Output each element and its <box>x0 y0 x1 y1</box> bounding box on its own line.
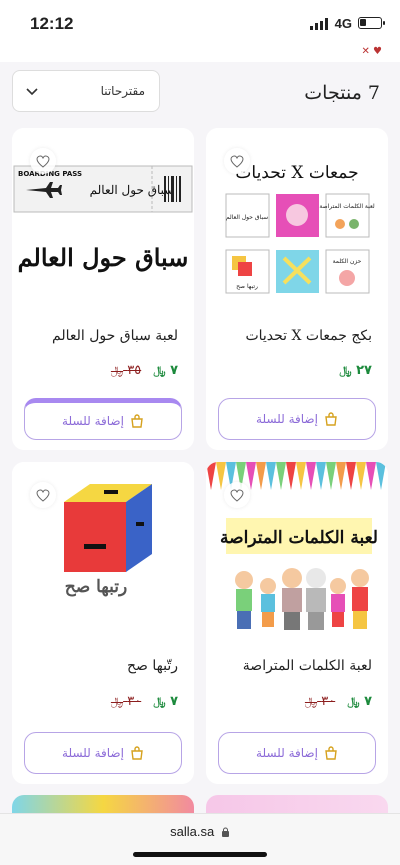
product-price: ٧ ﷼ ٣٠ ﷼ <box>110 694 178 709</box>
heart-icon <box>36 488 50 502</box>
sort-dropdown[interactable]: مقترحاتنا <box>12 70 160 112</box>
image-title: لعبة الكلمات المتراصة <box>220 528 378 548</box>
battery-icon <box>358 17 385 29</box>
image-title: تحديات X جمعات <box>235 163 358 183</box>
heart-icon <box>230 154 244 168</box>
svg-text:لعبة الكلمات المتراصة: لعبة الكلمات المتراصة <box>319 203 375 210</box>
product-card[interactable]: لعبة الكلمات المتراصة لعبة الكلمات المتر… <box>206 462 388 784</box>
shopping-bag-icon <box>131 746 143 760</box>
heart-icon <box>230 488 244 502</box>
svg-text:حزن الكلمة: حزن الكلمة <box>333 258 362 265</box>
header-strip: ✕ ♥ <box>0 46 400 62</box>
product-name[interactable]: رتّبها صح <box>127 658 178 674</box>
status-time: 12:12 <box>30 14 74 33</box>
shopping-bag-icon <box>325 746 337 760</box>
signal-icon <box>310 18 328 30</box>
favorite-button[interactable] <box>30 148 56 174</box>
svg-text:سباق حول العالم: سباق حول العالم <box>226 214 268 221</box>
product-price: ٢٧ ﷼ <box>339 363 372 378</box>
product-price: ٧ ﷼ ٣٥ ﷼ <box>110 363 178 378</box>
image-title: سباق حول العالم <box>18 243 189 273</box>
home-indicator <box>133 852 267 857</box>
add-to-cart-label: إضافة للسلة <box>62 746 124 760</box>
product-name[interactable]: لعبة سباق حول العالم <box>52 328 178 344</box>
svg-text:سباق حول العالم: سباق حول العالم <box>90 183 175 197</box>
product-price: ٧ ﷼ ٣٠ ﷼ <box>304 694 372 709</box>
product-card[interactable]: تحديات X جمعات سباق حول العالم لعبة الكل… <box>206 128 388 450</box>
product-card[interactable]: رتبها صح رتّبها صح ٧ ﷼ ٣٠ ﷼ إضافة للسلة <box>12 462 194 784</box>
favorite-button[interactable] <box>30 482 56 508</box>
shopping-bag-icon <box>325 412 337 426</box>
products-toolbar: مقترحاتنا 7 منتجات <box>0 68 400 118</box>
sort-label: مقترحاتنا <box>100 84 145 98</box>
network-label: 4G <box>334 16 352 31</box>
favorite-button[interactable] <box>224 148 250 174</box>
add-to-cart-label: إضافة للسلة <box>62 414 124 428</box>
shopping-bag-icon <box>131 414 143 428</box>
product-count: 7 منتجات <box>304 82 380 104</box>
image-title: رتبها صح <box>65 577 127 597</box>
heart-icon <box>36 154 50 168</box>
lock-icon <box>221 827 229 837</box>
add-to-cart-label: إضافة للسلة <box>256 746 318 760</box>
chevron-down-icon <box>26 88 38 96</box>
url-text: salla.sa <box>0 824 400 839</box>
add-to-cart-button[interactable]: إضافة للسلة <box>24 398 182 440</box>
add-to-cart-button[interactable]: إضافة للسلة <box>218 732 376 774</box>
browser-address-bar[interactable]: salla.sa <box>0 813 400 865</box>
add-to-cart-button[interactable]: إضافة للسلة <box>24 732 182 774</box>
next-row-cards <box>0 795 400 815</box>
favorite-button[interactable] <box>224 482 250 508</box>
product-card[interactable]: BOARDING PASS سباق حول العالم سباق حول ا… <box>12 128 194 450</box>
add-to-cart-label: إضافة للسلة <box>256 412 318 426</box>
product-name[interactable]: بكج جمعات X تحديات <box>245 328 372 344</box>
svg-text:رتبها صح: رتبها صح <box>236 283 258 290</box>
add-to-cart-button[interactable]: إضافة للسلة <box>218 398 376 440</box>
product-name[interactable]: لعبة الكلمات المتراصة <box>243 658 372 674</box>
status-bar: 12:12 4G <box>0 0 400 50</box>
